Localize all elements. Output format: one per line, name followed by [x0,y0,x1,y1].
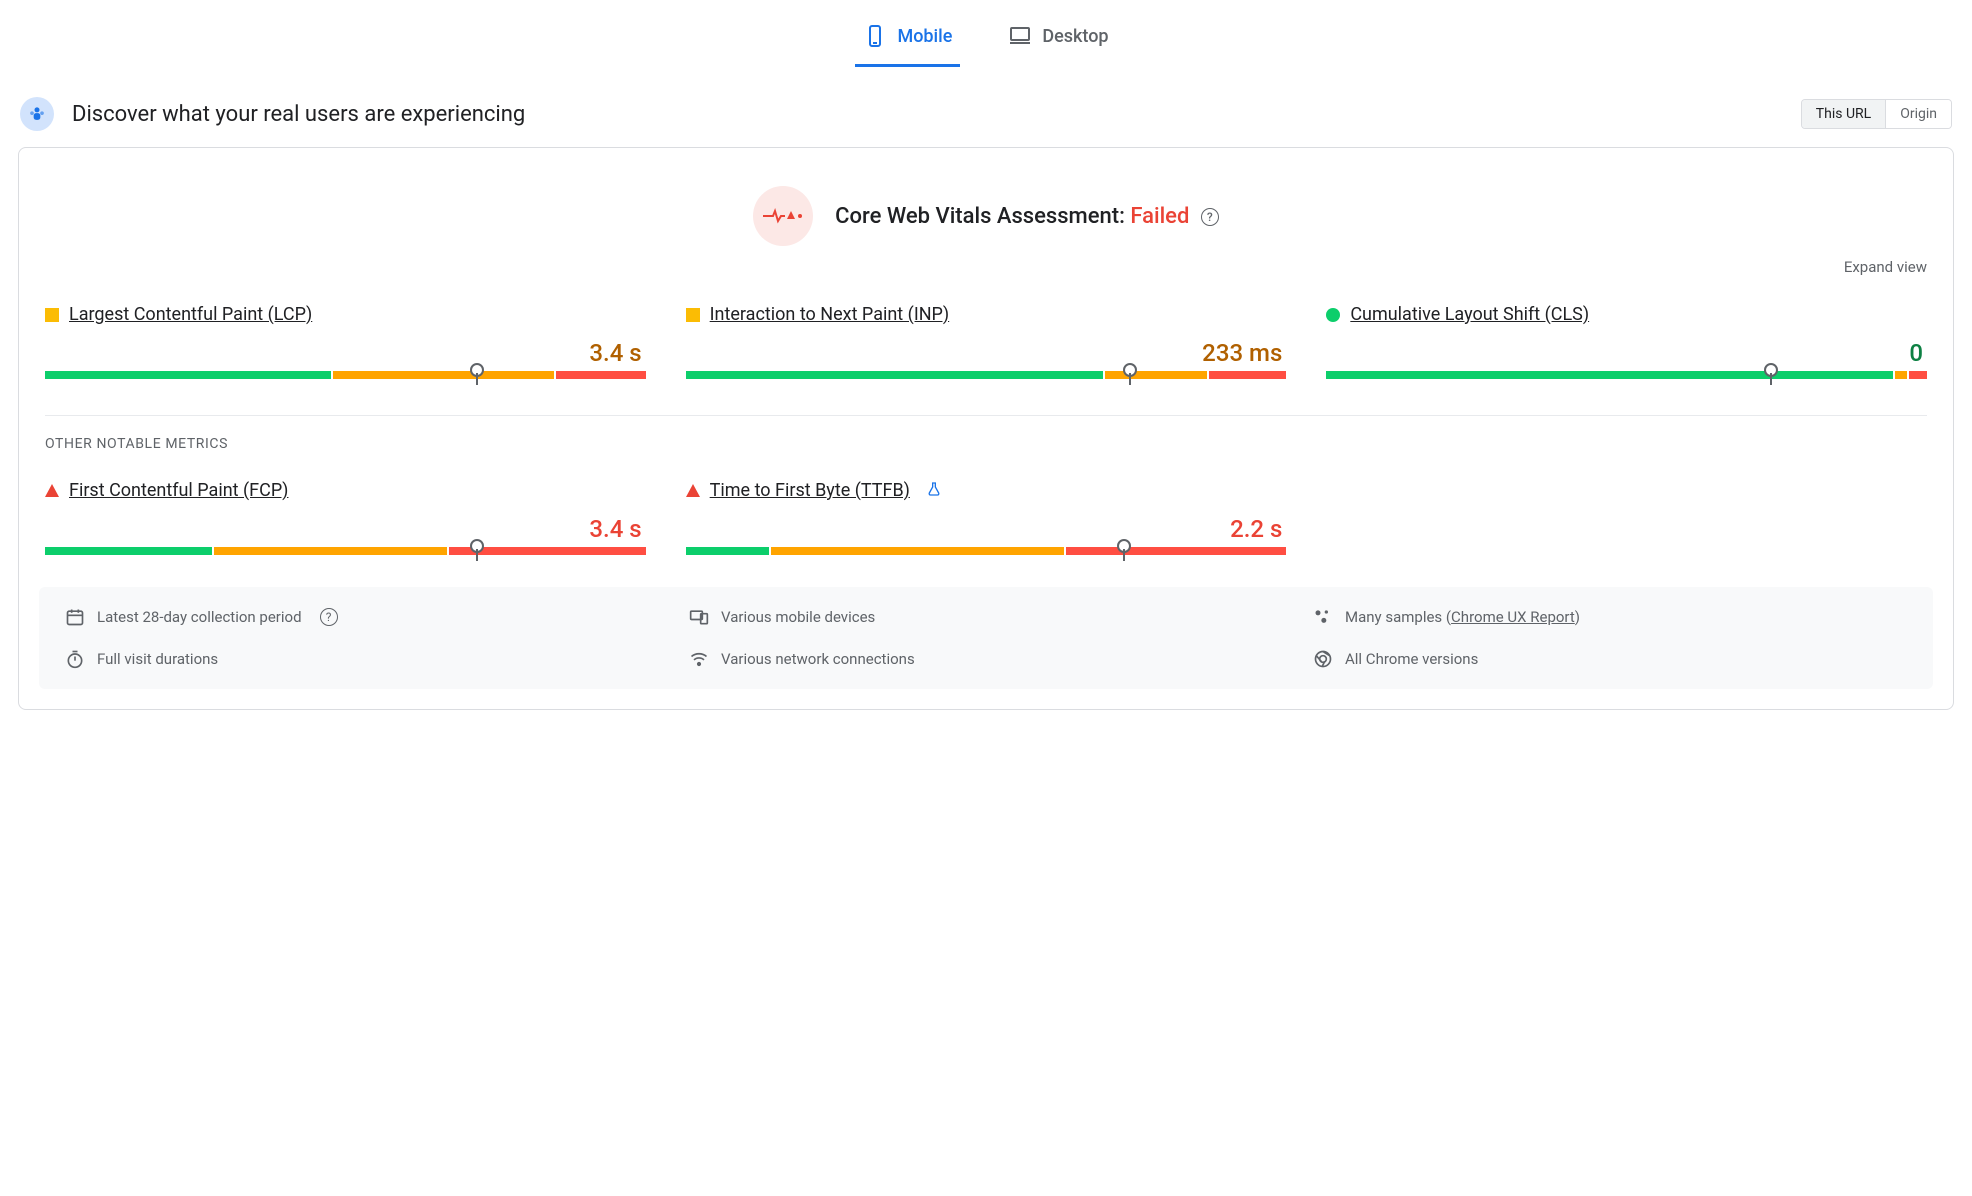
bar-red [1066,547,1287,555]
metric-lcp: Largest Contentful Paint (LCP) 3.4 s [45,304,646,379]
assessment-text: Core Web Vitals Assessment: Failed ? [835,204,1219,229]
stopwatch-icon [65,649,85,669]
calendar-icon [65,607,85,627]
page-title: Discover what your real users are experi… [72,102,525,127]
footer-period: Latest 28-day collection period ? [65,607,659,627]
wifi-icon [689,649,709,669]
metric-ttfb-bar [686,547,1287,555]
bar-red [1909,371,1927,379]
tab-mobile-label: Mobile [897,26,952,47]
mobile-icon [863,24,887,48]
footer-versions-text: All Chrome versions [1345,650,1478,668]
assessment-label: Core Web Vitals Assessment: [835,204,1130,229]
help-icon[interactable]: ? [320,608,338,626]
desktop-icon [1008,24,1032,48]
metric-fcp-bar [45,547,646,555]
scope-origin[interactable]: Origin [1885,100,1951,128]
footer-connections-text: Various network connections [721,650,915,668]
bar-green [686,547,770,555]
help-icon[interactable]: ? [1201,208,1219,226]
footer-samples-prefix: Many samples ( [1345,608,1451,626]
metric-ttfb: Time to First Byte (TTFB) 2.2 s [686,480,1287,555]
status-icon [686,308,700,322]
footer-durations: Full visit durations [65,649,659,669]
status-icon [686,484,700,497]
vitals-icon [753,186,813,246]
bar-red [556,371,646,379]
core-metrics-grid: Largest Contentful Paint (LCP) 3.4 s Int… [19,282,1953,389]
bar-marker [475,365,479,385]
metric-inp-link[interactable]: Interaction to Next Paint (INP) [710,304,950,325]
metric-inp-value: 233 ms [686,339,1287,367]
metric-lcp-value: 3.4 s [45,339,646,367]
other-metrics-grid: First Contentful Paint (FCP) 3.4 s Time … [19,458,1953,565]
metric-lcp-link[interactable]: Largest Contentful Paint (LCP) [69,304,312,325]
tab-desktop-label: Desktop [1042,26,1108,47]
header-row: Discover what your real users are experi… [0,67,1972,147]
vitals-panel: Core Web Vitals Assessment: Failed ? Exp… [18,147,1954,710]
metric-fcp-value: 3.4 s [45,515,646,543]
bar-marker [1122,541,1126,561]
scope-this-url[interactable]: This URL [1802,100,1885,128]
metric-cls-bar [1326,371,1927,379]
footer-durations-text: Full visit durations [97,650,218,668]
metric-ttfb-value: 2.2 s [686,515,1287,543]
status-icon [1326,308,1340,322]
metric-cls-link[interactable]: Cumulative Layout Shift (CLS) [1350,304,1589,325]
bar-orange [1105,371,1206,379]
status-icon [45,308,59,322]
collection-info: Latest 28-day collection period ? Variou… [39,587,1933,689]
tab-desktop[interactable]: Desktop [1000,12,1116,67]
metric-fcp-link[interactable]: First Contentful Paint (FCP) [69,480,288,501]
metric-cls: Cumulative Layout Shift (CLS) 0 [1326,304,1927,379]
metric-cls-value: 0 [1326,339,1927,367]
bar-red [1209,371,1287,379]
bar-green [1326,371,1893,379]
bar-orange [771,547,1063,555]
footer-devices: Various mobile devices [689,607,1283,627]
scatter-icon [1313,607,1333,627]
assessment-row: Core Web Vitals Assessment: Failed ? [19,148,1953,258]
metric-ttfb-link[interactable]: Time to First Byte (TTFB) [710,480,910,501]
bar-orange [333,371,554,379]
metric-inp: Interaction to Next Paint (INP) 233 ms [686,304,1287,379]
devices-icon [689,607,709,627]
footer-samples-suffix: ) [1575,608,1580,626]
experimental-icon [926,481,942,501]
bar-marker [475,541,479,561]
device-tabs: Mobile Desktop [0,0,1972,67]
metric-lcp-bar [45,371,646,379]
other-metrics-label: OTHER NOTABLE METRICS [19,416,1953,458]
bar-green [686,371,1104,379]
assessment-status: Failed [1130,204,1189,229]
bar-orange [214,547,447,555]
footer-connections: Various network connections [689,649,1283,669]
footer-devices-text: Various mobile devices [721,608,875,626]
status-icon [45,484,59,497]
metric-inp-bar [686,371,1287,379]
users-icon [20,97,54,131]
bar-orange [1895,371,1907,379]
bar-marker [1769,365,1773,385]
bar-green [45,547,212,555]
scope-toggle: This URL Origin [1801,99,1952,129]
footer-samples-link[interactable]: Chrome UX Report [1451,608,1575,626]
footer-samples: Many samples (Chrome UX Report) [1313,607,1907,627]
tab-mobile[interactable]: Mobile [855,12,960,67]
bar-marker [1128,365,1132,385]
chrome-icon [1313,649,1333,669]
expand-view-link[interactable]: Expand view [19,258,1953,282]
metric-fcp: First Contentful Paint (FCP) 3.4 s [45,480,646,555]
footer-period-text: Latest 28-day collection period [97,608,302,626]
footer-versions: All Chrome versions [1313,649,1907,669]
bar-green [45,371,331,379]
